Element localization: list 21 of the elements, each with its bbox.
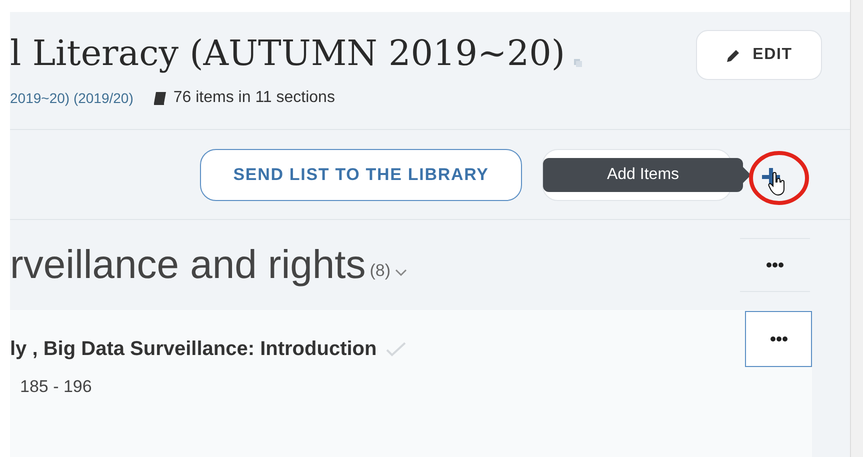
book-icon	[153, 90, 168, 106]
item-count: 76 items in 11 sections	[173, 88, 335, 108]
highlight-circle	[748, 150, 810, 206]
item-title: ly , Big Data Surveillance: Introduction	[10, 337, 377, 362]
pencil-icon	[726, 48, 741, 62]
tooltip-arrow-icon	[743, 167, 751, 183]
list-title: l Literacy (AUTUMN 2019~20)	[10, 33, 566, 76]
more-icon	[770, 336, 788, 342]
period-link[interactable]: 2019~20) (2019/20)	[10, 88, 134, 108]
hand-cursor-icon	[768, 172, 786, 196]
send-list-button[interactable]: SEND LIST TO THE LIBRARY	[200, 148, 522, 200]
copy-icon	[573, 58, 584, 68]
item-pages: 185 - 196	[19, 376, 93, 398]
section-title: rveillance and rights	[10, 242, 366, 289]
tooltip: Add Items	[543, 158, 751, 192]
item-more-button[interactable]	[745, 311, 812, 367]
check-icon	[384, 341, 407, 357]
chevron-icon[interactable]	[394, 269, 407, 277]
edit-button[interactable]: EDIT	[696, 30, 822, 80]
more-icon	[766, 262, 784, 268]
section-count: (8)	[370, 260, 391, 282]
